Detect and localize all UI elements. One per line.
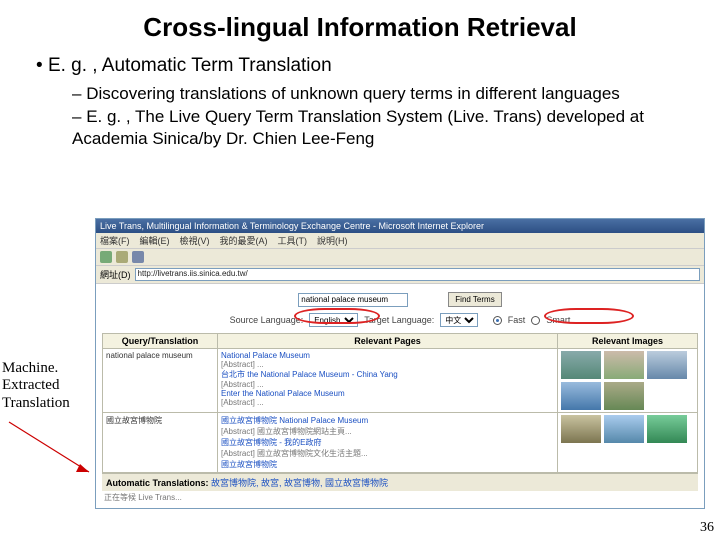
address-label: 網址(D): [100, 268, 131, 281]
menu-item[interactable]: 說明(H): [317, 234, 348, 247]
annotation-line: Translation: [2, 395, 70, 412]
result-link[interactable]: 國立故宮博物院 National Palace Museum: [221, 415, 554, 426]
target-lang-select[interactable]: 中文: [440, 313, 478, 327]
results-table: Query/Translation Relevant Pages Relevan…: [102, 333, 698, 473]
radio-fast[interactable]: [493, 316, 502, 325]
thumb-icon[interactable]: [604, 382, 644, 410]
images-cell: [558, 413, 698, 473]
annotation-line: Extracted: [2, 377, 70, 394]
thumb-icon[interactable]: [561, 415, 601, 443]
menu-item[interactable]: 我的最愛(A): [220, 234, 268, 247]
annotation-line: Machine.: [2, 360, 70, 377]
search-row: Find Terms: [102, 292, 698, 307]
bullet-level2-a: Discovering translations of unknown quer…: [72, 83, 688, 104]
result-abstract: [Abstract] ...: [221, 398, 554, 407]
thumb-icon[interactable]: [561, 351, 601, 379]
result-abstract: [Abstract] 國立故宮博物院網站主頁...: [221, 426, 554, 437]
result-abstract: [Abstract] ...: [221, 360, 554, 369]
nav-icon[interactable]: [132, 251, 144, 263]
table-row: national palace museum National Palace M…: [103, 349, 698, 413]
slide-title: Cross-lingual Information Retrieval: [12, 12, 708, 43]
thumb-icon[interactable]: [561, 382, 601, 410]
status-bar: 正在等候 Live Trans...: [102, 491, 698, 504]
thumb-icon[interactable]: [604, 415, 644, 443]
query-cell: 國立故宮博物院: [103, 413, 218, 473]
result-link[interactable]: 國立故宮博物院 - 我的E政府: [221, 437, 554, 448]
menu-item[interactable]: 檔案(F): [100, 234, 130, 247]
hand-circle-icon: [544, 308, 634, 324]
source-lang-label: Source Language:: [230, 315, 304, 325]
radio-fast-label: Fast: [508, 315, 526, 325]
page-number: 36: [700, 520, 714, 536]
arrow-icon: [4, 420, 94, 480]
menu-bar: 檔案(F) 編輯(E) 檢視(V) 我的最愛(A) 工具(T) 說明(H): [96, 233, 704, 249]
window-titlebar: Live Trans, Multilingual Information & T…: [96, 219, 704, 233]
col-images: Relevant Images: [558, 334, 698, 349]
query-cell: national palace museum: [103, 349, 218, 413]
auto-translations: Automatic Translations: 故宮博物院, 故宮, 故宮博物,…: [102, 473, 698, 491]
menu-item[interactable]: 編輯(E): [140, 234, 170, 247]
thumb-icon[interactable]: [604, 351, 644, 379]
nav-icon[interactable]: [100, 251, 112, 263]
result-link[interactable]: 台北市 the National Palace Museum - China Y…: [221, 369, 554, 380]
nav-icon[interactable]: [116, 251, 128, 263]
address-bar: 網址(D) http://livetrans.iis.sinica.edu.tw…: [96, 266, 704, 284]
pages-cell: National Palace Museum [Abstract] ... 台北…: [218, 349, 558, 413]
toolbar: [96, 249, 704, 266]
table-row: 國立故宮博物院 國立故宮博物院 National Palace Museum […: [103, 413, 698, 473]
result-abstract: [Abstract] ...: [221, 380, 554, 389]
radio-smart[interactable]: [531, 316, 540, 325]
bullet-level1: E. g. , Automatic Term Translation: [36, 55, 708, 77]
pages-cell: 國立故宮博物院 National Palace Museum [Abstract…: [218, 413, 558, 473]
bullet-level2-b: E. g. , The Live Query Term Translation …: [72, 106, 688, 149]
address-input[interactable]: http://livetrans.iis.sinica.edu.tw/: [135, 268, 701, 281]
result-link[interactable]: National Palace Museum: [221, 351, 554, 360]
auto-label: Automatic Translations:: [106, 478, 209, 488]
annotation-machine-extracted: Machine. Extracted Translation: [2, 360, 70, 412]
thumb-icon[interactable]: [647, 351, 687, 379]
menu-item[interactable]: 檢視(V): [180, 234, 210, 247]
thumb-icon[interactable]: [647, 415, 687, 443]
query-input[interactable]: [298, 293, 408, 307]
hand-circle-icon: [294, 308, 380, 324]
browser-window: Live Trans, Multilingual Information & T…: [95, 218, 705, 509]
find-terms-button[interactable]: Find Terms: [448, 292, 501, 307]
images-cell: [558, 349, 698, 413]
col-query: Query/Translation: [103, 334, 218, 349]
result-link[interactable]: Enter the National Palace Museum: [221, 389, 554, 398]
result-link[interactable]: 國立故宮博物院: [221, 459, 554, 470]
menu-item[interactable]: 工具(T): [278, 234, 308, 247]
auto-items[interactable]: 故宮博物院, 故宮, 故宮博物, 國立故宮博物院: [211, 478, 388, 488]
col-pages: Relevant Pages: [218, 334, 558, 349]
result-abstract: [Abstract] 國立故宮博物院文化生活主題...: [221, 448, 554, 459]
